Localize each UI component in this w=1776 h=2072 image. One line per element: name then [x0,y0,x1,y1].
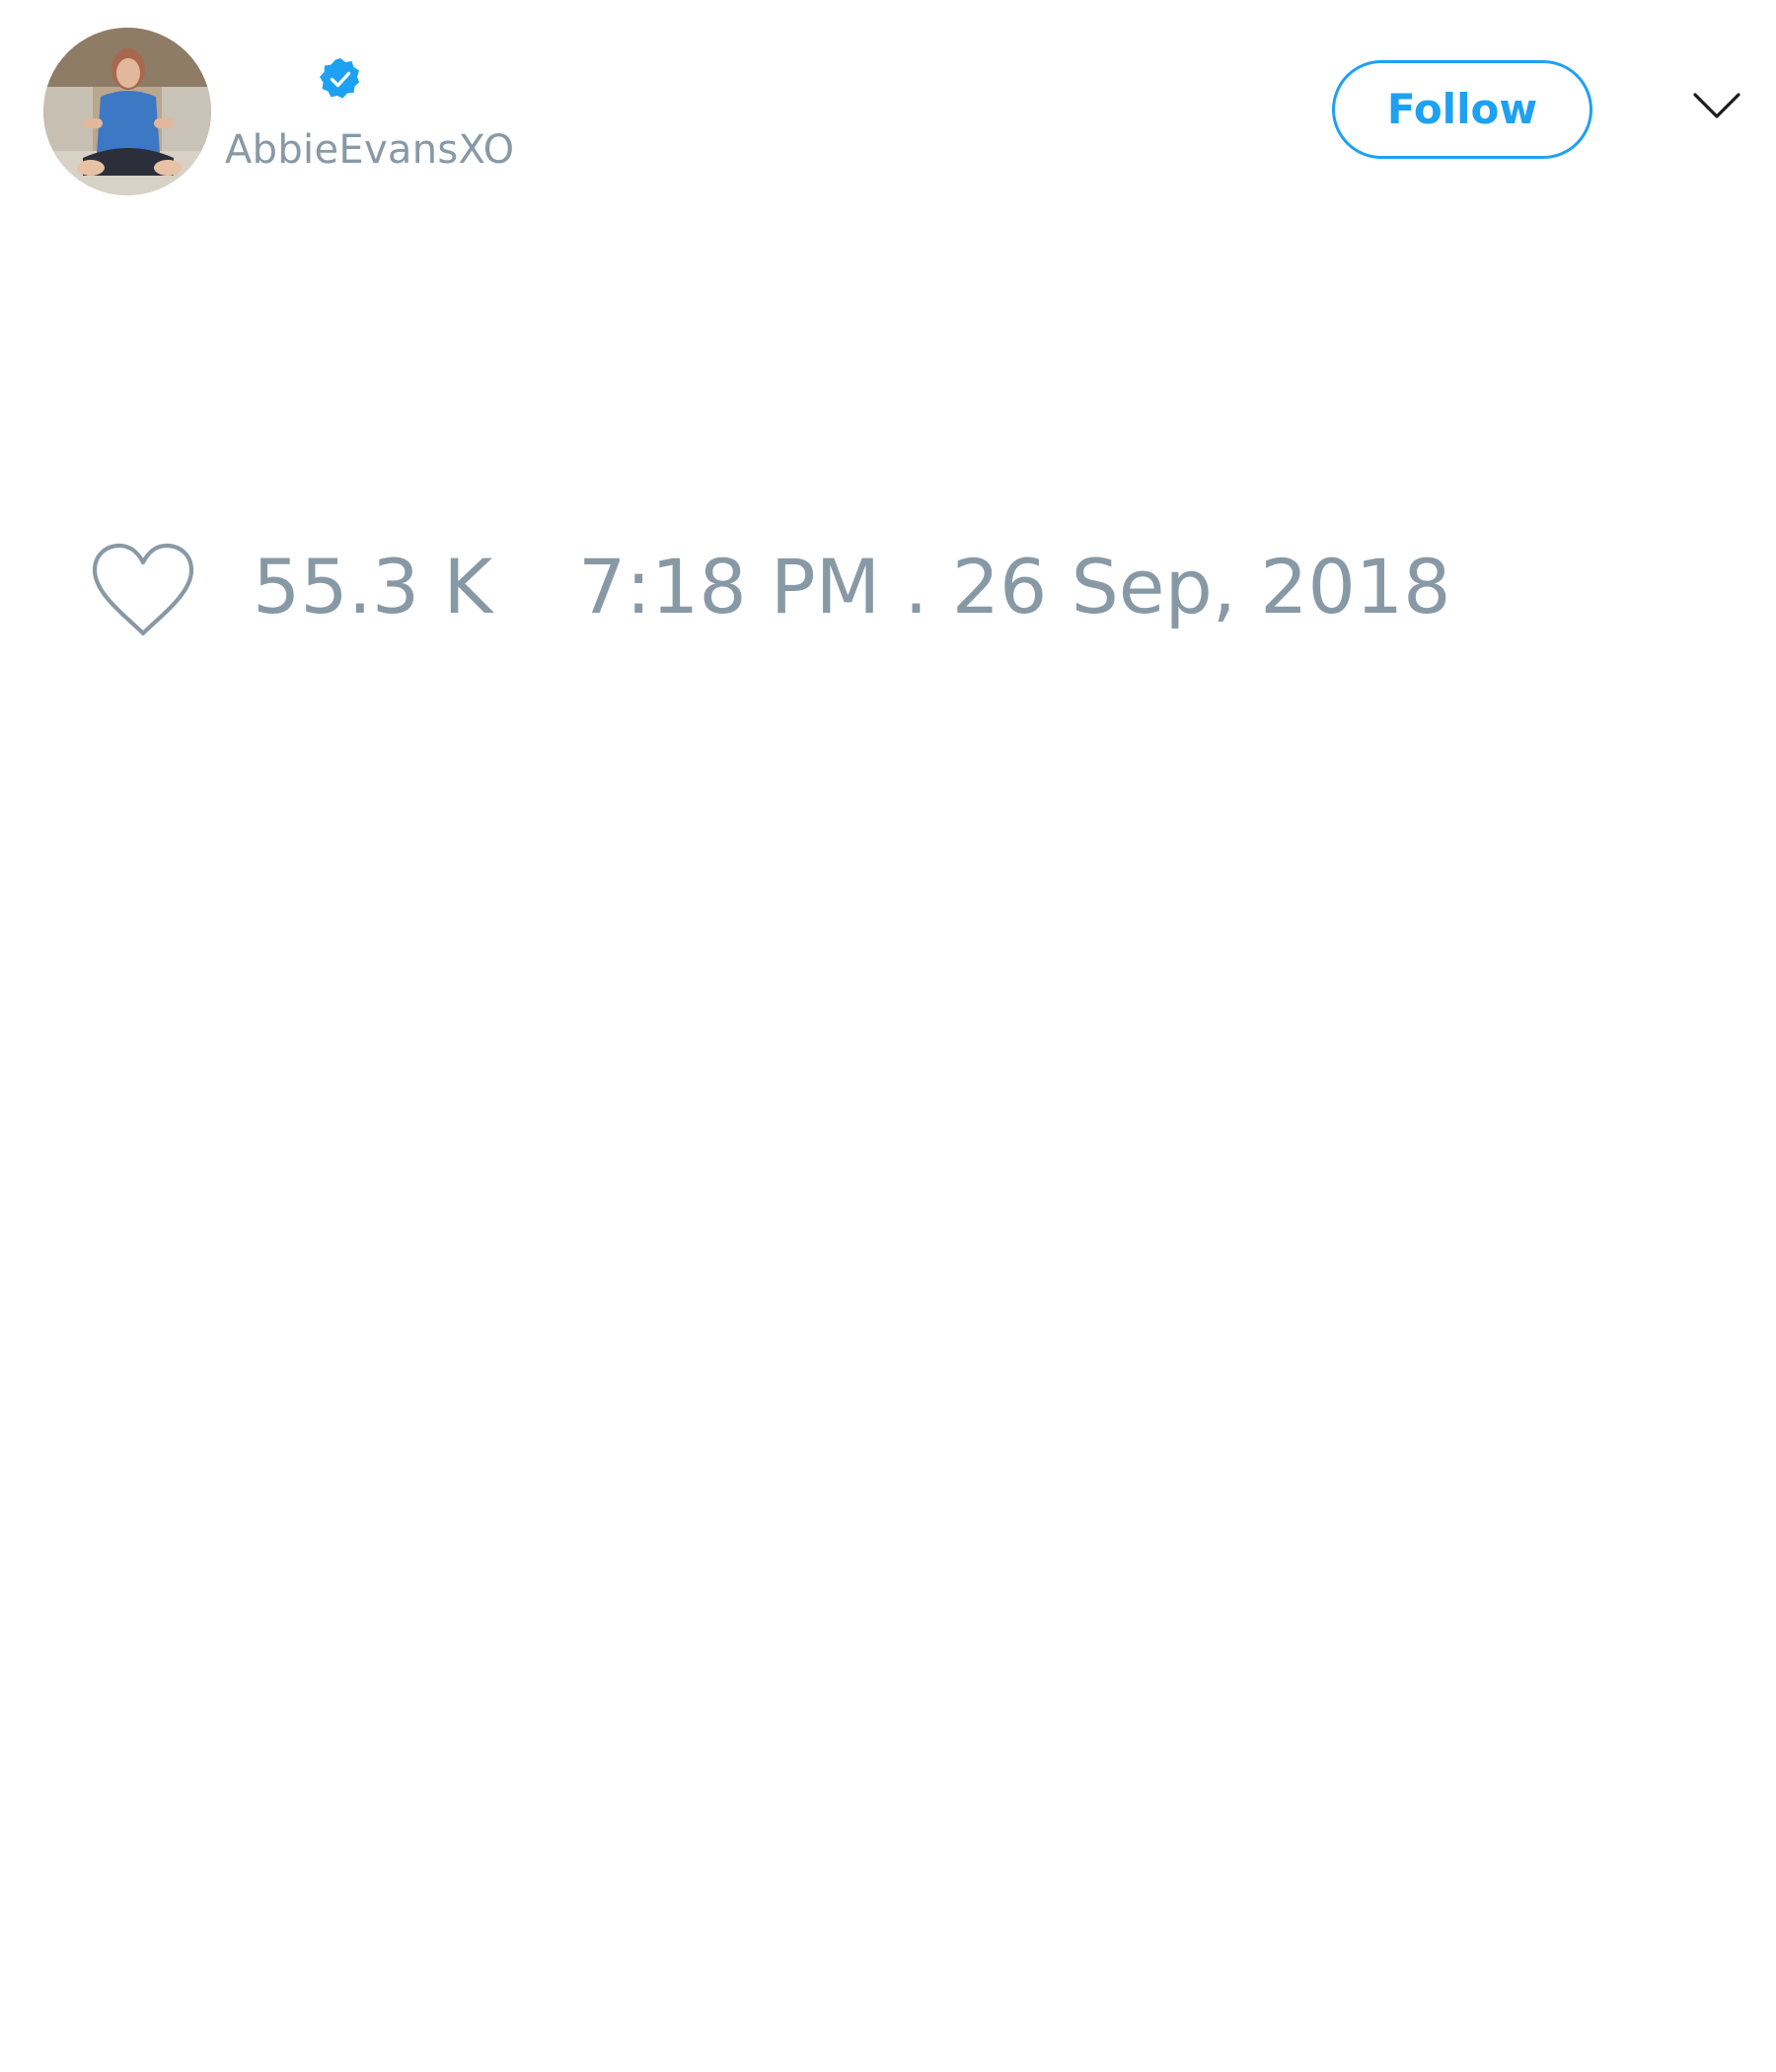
avatar-photo [43,28,211,195]
avatar[interactable] [43,28,211,195]
like-count: 55.3 K [253,543,493,630]
tweet-card: AbbieEvansXO Follow 55.3 K 7:18 PM . 26 … [0,0,1776,2072]
follow-button[interactable]: Follow [1332,60,1592,159]
author-handle[interactable]: AbbieEvansXO [225,126,514,174]
tweet-timestamp[interactable]: 7:18 PM . 26 Sep, 2018 [578,543,1451,631]
chevron-down-icon[interactable] [1691,89,1742,124]
heart-icon[interactable] [89,541,197,639]
verified-badge-icon [320,58,359,99]
